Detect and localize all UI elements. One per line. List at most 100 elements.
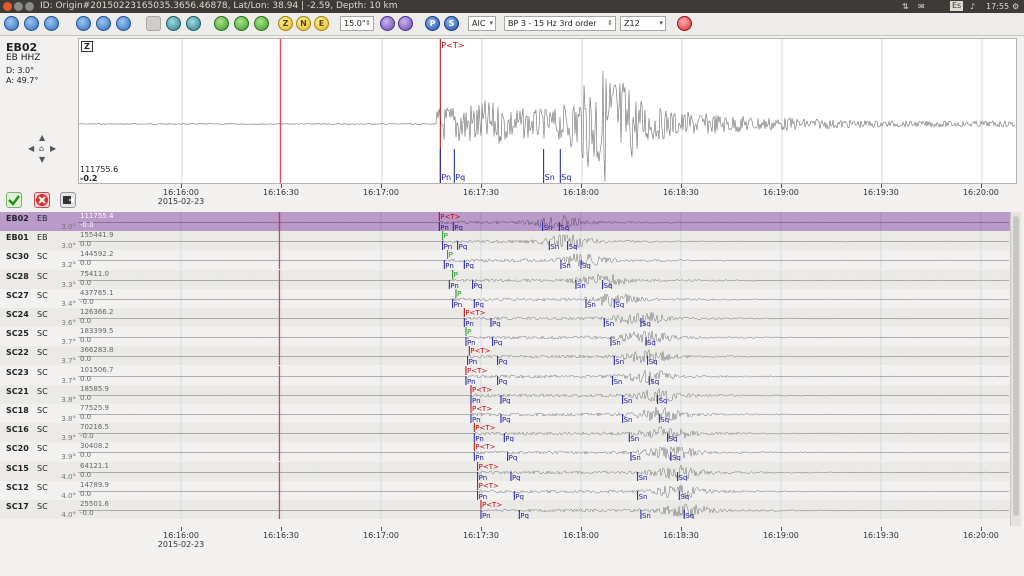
volume-icon[interactable]: ♪ [970, 0, 975, 13]
trace-row[interactable]: SC23 SC 3.7° P<T> Pn Pq Sn Sq 101506.7 0.0 [0, 365, 1010, 385]
trace-pick-Pn[interactable]: Pn [477, 490, 488, 500]
component-n-button[interactable]: N [296, 16, 311, 31]
trace-pick-Sq[interactable]: Sq [602, 279, 613, 289]
maximize-window-icon[interactable] [25, 2, 34, 11]
trace-row[interactable]: SC21 SC 3.8° P<T> Pn Pq Sn Sq 18585.9 0.0 [0, 384, 1010, 404]
pan-home-icon[interactable]: ⌂ [39, 144, 44, 153]
trace-pick-PT[interactable]: P<T> [477, 480, 499, 490]
trace-pick-Sn[interactable]: Sn [585, 298, 596, 308]
trace-pick-PT[interactable]: P<T> [470, 384, 492, 394]
align-s-icon[interactable] [234, 16, 249, 31]
trace-pick-PT[interactable]: P<T> [465, 365, 487, 375]
trace-pick-Sn[interactable]: Sn [622, 414, 633, 423]
trace-pick-Sn[interactable]: Sn [637, 490, 648, 500]
trace-pick-PT[interactable]: P<T> [477, 461, 499, 471]
time-window-spinner[interactable]: 15.0" ⇕ [340, 16, 374, 31]
trace-pick-Sq[interactable]: Sq [667, 433, 678, 443]
export-icon[interactable] [60, 192, 76, 208]
trace-pick-Pn[interactable]: Pn [465, 337, 476, 347]
minimize-window-icon[interactable] [14, 2, 23, 11]
trace-pick-Sq[interactable]: Sq [670, 452, 681, 462]
pick-p-button[interactable]: P [425, 16, 440, 31]
trace-pick-PT[interactable]: P<T> [438, 212, 461, 221]
zoom-out-icon[interactable] [44, 16, 59, 31]
trace-pick-Sq[interactable]: Sq [645, 337, 656, 347]
stop-icon[interactable] [677, 16, 692, 31]
trace-pick-Pq[interactable]: Pq [490, 318, 501, 327]
trace-pick-Sn[interactable]: Sn [612, 375, 623, 385]
trace-pick-Sq[interactable]: Sq [567, 241, 578, 251]
trace-pick-Pq[interactable]: Pq [503, 433, 514, 443]
trace-pick-Sq[interactable]: Sq [613, 298, 624, 308]
component-z-button[interactable]: Z [278, 16, 293, 31]
trace-pick-Pn[interactable]: Pn [442, 241, 453, 251]
home-icon[interactable] [4, 16, 19, 31]
trace-waveform-plot[interactable]: P<T> Pn Pq Sn Sq [78, 480, 1010, 500]
close-window-icon[interactable] [3, 2, 12, 11]
trace-pick-Pn[interactable]: Pn [448, 279, 459, 289]
trace-pick-Pn[interactable]: Pn [452, 298, 463, 308]
sort-azimuth-icon[interactable] [186, 16, 201, 31]
trace-pick-Pq[interactable]: Pq [500, 414, 511, 423]
trace-pick-Pn[interactable]: Pn [465, 375, 476, 385]
trace-pick-Sn[interactable]: Sn [548, 241, 559, 251]
trace-waveform-plot[interactable]: P<T> Pn Pq Sn Sq [78, 404, 1010, 423]
trace-pick-PT[interactable]: P<T> [473, 423, 496, 433]
trace-pick-Pn[interactable]: Pn [477, 471, 488, 481]
trace-row[interactable]: SC30 SC 3.2° P Pn Pq Sn Sq 144592.2 0.0 [0, 250, 1010, 270]
power-gear-icon[interactable]: ⚙ [1012, 0, 1019, 13]
trace-row[interactable]: EB02 EB 3.0° P<T> Pn Pq Sn Sq 111755.4 -0.0 [0, 212, 1010, 231]
trace-row[interactable]: SC12 SC 4.0° P<T> Pn Pq Sn Sq 14789.9 0.0 [0, 480, 1010, 500]
trace-pick-Sn[interactable]: Sn [610, 337, 621, 347]
trace-pick-Sq[interactable]: Sq [678, 490, 689, 500]
trace-pick-Pq[interactable]: Pq [513, 490, 524, 500]
trace-waveform-plot[interactable]: P<T> Pn Pq Sn Sq [78, 461, 1010, 481]
zoom-pick-Sq[interactable]: Sq [559, 149, 571, 183]
accept-check-icon[interactable] [6, 192, 22, 208]
trace-pick-Sn[interactable]: Sn [575, 279, 586, 289]
trace-pick-Sq[interactable]: Sq [580, 260, 591, 270]
trace-pick-Pq[interactable]: Pq [492, 337, 503, 347]
trace-pick-PT[interactable]: P<T> [480, 500, 502, 509]
trace-list-scrollbar[interactable] [1010, 212, 1021, 526]
spinner-arrows-icon[interactable]: ⇕ [365, 17, 371, 30]
reject-x-icon[interactable] [34, 192, 50, 208]
trace-pick-Pn[interactable]: Pn [467, 356, 478, 366]
trace-pick-PT[interactable]: P<T> [463, 308, 486, 317]
trace-row[interactable]: SC22 SC 3.7° P<T> Pn Pq Sn Sq 366283.8 0.0 [0, 346, 1010, 366]
trace-pick-Pq[interactable]: Pq [497, 356, 508, 366]
component-select[interactable]: Z12 ▾ [620, 16, 666, 31]
trace-pick-Pn[interactable]: Pn [473, 452, 484, 462]
trace-pick-P[interactable]: P [465, 327, 471, 337]
filter-toggle-icon[interactable] [146, 16, 161, 31]
clock[interactable]: 17:55 [986, 0, 1009, 13]
trace-pick-Sq[interactable]: Sq [558, 222, 569, 231]
scroll-right-icon[interactable] [96, 16, 111, 31]
pan-right-icon[interactable]: ▶ [50, 144, 56, 153]
next-icon[interactable] [398, 16, 413, 31]
zoomed-waveform-plot[interactable]: P<T> Pn Pq Sn Sq [79, 39, 1016, 183]
trace-pick-Pq[interactable]: Pq [497, 375, 508, 385]
trace-pick-Sn[interactable]: Sn [613, 356, 624, 366]
trace-row[interactable]: SC18 SC 3.8° P<T> Pn Pq Sn Sq 77525.9 0.0 [0, 404, 1010, 423]
trace-pick-PT[interactable]: P<T> [468, 346, 491, 356]
trace-pick-Sn[interactable]: Sn [603, 318, 614, 327]
trace-waveform-plot[interactable]: P<T> Pn Pq Sn Sq [78, 365, 1010, 385]
trace-pick-Pn[interactable]: Pn [443, 260, 454, 270]
trace-pick-Sn[interactable]: Sn [640, 510, 651, 519]
trace-waveform-plot[interactable]: P<T> Pn Pq Sn Sq [78, 384, 1010, 404]
pick-s-button[interactable]: S [444, 16, 459, 31]
zoom-pick-Pn[interactable]: Pn [439, 149, 451, 183]
pan-down-icon[interactable]: ▼ [39, 155, 45, 164]
trace-pick-Pq[interactable]: Pq [518, 510, 529, 519]
trace-row[interactable]: SC24 SC 3.6° P<T> Pn Pq Sn Sq 126366.2 0.0 [0, 308, 1010, 327]
sort-distance-icon[interactable] [166, 16, 181, 31]
trace-waveform-plot[interactable]: P Pn Pq Sn Sq [78, 231, 1010, 251]
zoomed-trace-view[interactable]: P<T> Pn Pq Sn Sq Z 111755.6 -0.2 [78, 38, 1017, 184]
trace-waveform-plot[interactable]: P Pn Pq Sn Sq [78, 288, 1010, 308]
trace-pick-Pn[interactable]: Pn [438, 222, 449, 231]
previous-icon[interactable] [380, 16, 395, 31]
trace-waveform-plot[interactable]: P Pn Pq Sn Sq [78, 269, 1010, 289]
trace-pick-P[interactable]: P [442, 231, 448, 241]
trace-pick-Sq[interactable]: Sq [683, 510, 694, 519]
